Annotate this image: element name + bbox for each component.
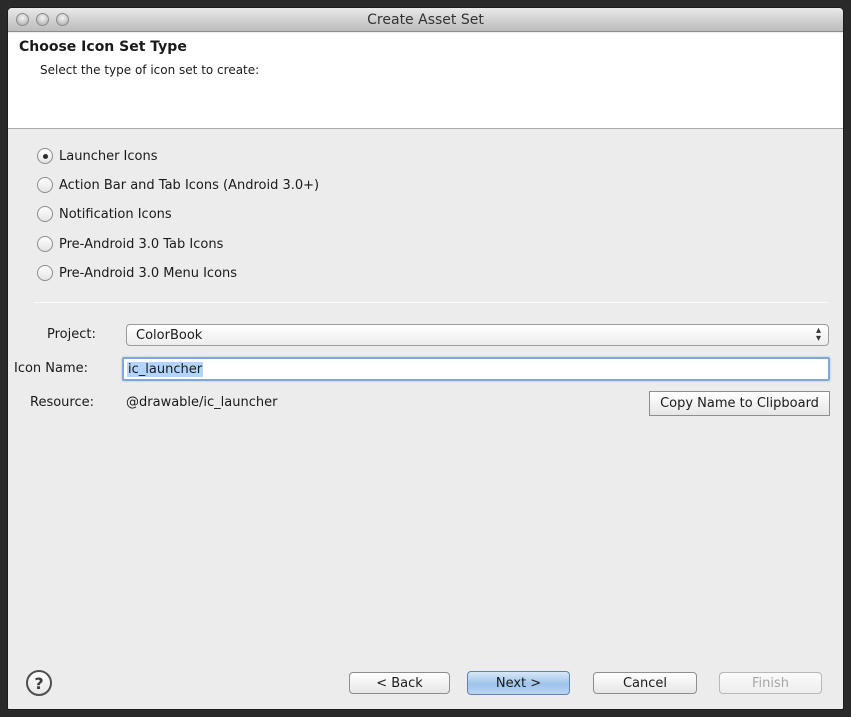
page-description: Select the type of icon set to create: [40,63,260,77]
project-label: Project: [47,327,96,342]
title-bar: Create Asset Set [8,8,843,32]
project-select[interactable]: ColorBook ▴ ▾ [126,324,829,346]
cancel-button[interactable]: Cancel [593,672,697,694]
select-arrows-icon: ▴ ▾ [815,325,821,344]
radio-pre-android-tab-icons[interactable]: Pre-Android 3.0 Tab Icons [37,234,223,254]
radio-button[interactable] [37,148,53,164]
icon-name-input[interactable]: ic_launcher [122,357,830,381]
icon-name-value: ic_launcher [127,361,204,377]
divider [34,302,828,303]
finish-button[interactable]: Finish [719,672,822,694]
back-button[interactable]: < Back [349,672,450,694]
radio-button[interactable] [37,236,53,252]
radio-label: Pre-Android 3.0 Tab Icons [59,236,224,252]
radio-label: Action Bar and Tab Icons (Android 3.0+) [59,177,320,193]
radio-button[interactable] [37,177,53,193]
question-mark-icon[interactable]: ? [26,670,52,696]
window-title: Create Asset Set [367,12,484,28]
radio-action-bar-tab-icons[interactable]: Action Bar and Tab Icons (Android 3.0+) [37,175,319,195]
icon-name-label: Icon Name: [14,361,89,376]
wizard-banner: Choose Icon Set Type Select the type of … [8,33,843,129]
radio-button[interactable] [37,206,53,222]
project-select-value: ColorBook [136,327,203,343]
page-title: Choose Icon Set Type [19,39,187,55]
radio-launcher-icons[interactable]: Launcher Icons [37,146,158,166]
copy-name-button[interactable]: Copy Name to Clipboard [649,391,830,416]
next-button[interactable]: Next > [467,671,570,695]
resource-value: @drawable/ic_launcher [126,395,278,410]
radio-label: Pre-Android 3.0 Menu Icons [59,265,238,281]
radio-notification-icons[interactable]: Notification Icons [37,204,172,224]
banner-graphic [673,33,843,128]
resource-label: Resource: [30,395,94,410]
radio-pre-android-menu-icons[interactable]: Pre-Android 3.0 Menu Icons [37,263,237,283]
radio-label: Launcher Icons [59,148,158,164]
radio-button[interactable] [37,265,53,281]
radio-label: Notification Icons [59,206,172,222]
dialog-window: Create Asset Set Choose Icon Set Type Se… [7,7,844,710]
